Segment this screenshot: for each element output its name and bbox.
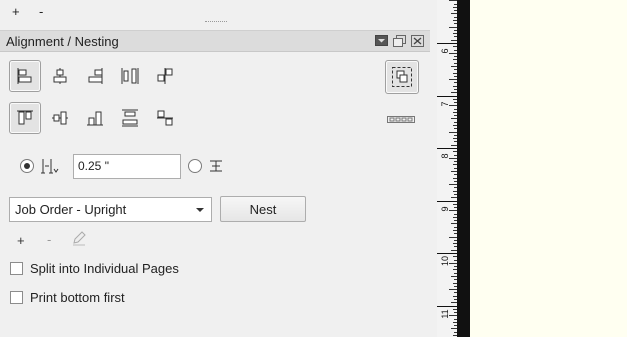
ruler-major-tick (437, 200, 457, 202)
align-center-horizontal-icon[interactable] (44, 60, 76, 92)
nest-button[interactable]: Nest (220, 196, 306, 222)
print-bottom-first-checkbox[interactable] (10, 291, 23, 304)
add-item-button[interactable]: + (17, 233, 25, 248)
ruler-tick (449, 210, 457, 212)
resize-grip[interactable] (205, 21, 227, 23)
group-selection-icon[interactable] (385, 60, 419, 94)
ruler-tick (449, 236, 457, 238)
align-right-icon[interactable] (79, 60, 111, 92)
align-top-icon[interactable] (9, 102, 41, 134)
alternate-spacing-radio[interactable] (188, 159, 202, 173)
ruler-tick (449, 289, 457, 291)
align-bottom-icon[interactable] (79, 102, 111, 134)
ruler-tick (449, 52, 457, 54)
alignment-panel: + - Alignment / Nesting 0.25 " Job Order… (0, 0, 437, 337)
close-icon[interactable] (411, 35, 424, 47)
collapse-icon[interactable] (375, 35, 388, 47)
print-canvas[interactable] (470, 0, 627, 337)
remove-item-button[interactable]: - (47, 232, 51, 247)
ruler-edge (457, 0, 470, 337)
ruler-tick (449, 26, 457, 28)
ruler-label: 6 (440, 48, 450, 54)
ruler-major-tick (437, 43, 457, 44)
ruler-tick (449, 105, 457, 107)
split-pages-label: Split into Individual Pages (30, 261, 179, 276)
panel-title: Alignment / Nesting (6, 34, 119, 49)
ruler-major-tick (437, 305, 457, 307)
nest-order-value: Job Order - Upright (15, 202, 127, 217)
ruler-tick (449, 0, 457, 2)
chevron-down-icon (196, 208, 204, 212)
ruler-major-tick (437, 253, 457, 254)
spacing-radio[interactable] (20, 159, 34, 173)
space-vertical-icon[interactable] (149, 102, 181, 134)
ruler-tick (449, 79, 457, 81)
ruler-tick (449, 184, 457, 186)
ruler-tick (449, 131, 457, 133)
ruler-label: 10 (440, 255, 450, 266)
ruler-label: 8 (440, 153, 450, 159)
add-button[interactable]: + (12, 4, 20, 19)
vertical-spacing-icon (39, 157, 59, 178)
ruler-label: 11 (440, 308, 450, 319)
ruler-tick (449, 262, 457, 264)
distribute-horizontal-icon[interactable] (114, 60, 146, 92)
space-horizontal-icon[interactable] (149, 60, 181, 92)
panel-header: Alignment / Nesting (0, 30, 430, 52)
distribute-vertical-icon[interactable] (114, 102, 146, 134)
spacing-indicator-icon (386, 114, 416, 128)
vertical-ruler: 6 7 8 9 10 11 (437, 0, 457, 337)
horizontal-spacing-icon (207, 157, 225, 178)
remove-button[interactable]: - (39, 4, 43, 19)
print-bottom-first-label: Print bottom first (30, 290, 125, 305)
align-left-icon[interactable] (9, 60, 41, 92)
align-center-vertical-icon[interactable] (44, 102, 76, 134)
ruler-tick (449, 157, 457, 159)
ruler-major-tick (437, 148, 457, 149)
ruler-major-tick (437, 95, 457, 97)
nest-order-select[interactable]: Job Order - Upright (9, 197, 212, 222)
spacing-input[interactable]: 0.25 " (73, 154, 181, 179)
edit-pencil-icon[interactable] (71, 230, 87, 249)
ruler-label: 7 (440, 101, 450, 107)
ruler-label: 9 (440, 206, 450, 212)
float-icon[interactable] (393, 35, 406, 47)
split-pages-checkbox[interactable] (10, 262, 23, 275)
ruler-tick (449, 315, 457, 317)
